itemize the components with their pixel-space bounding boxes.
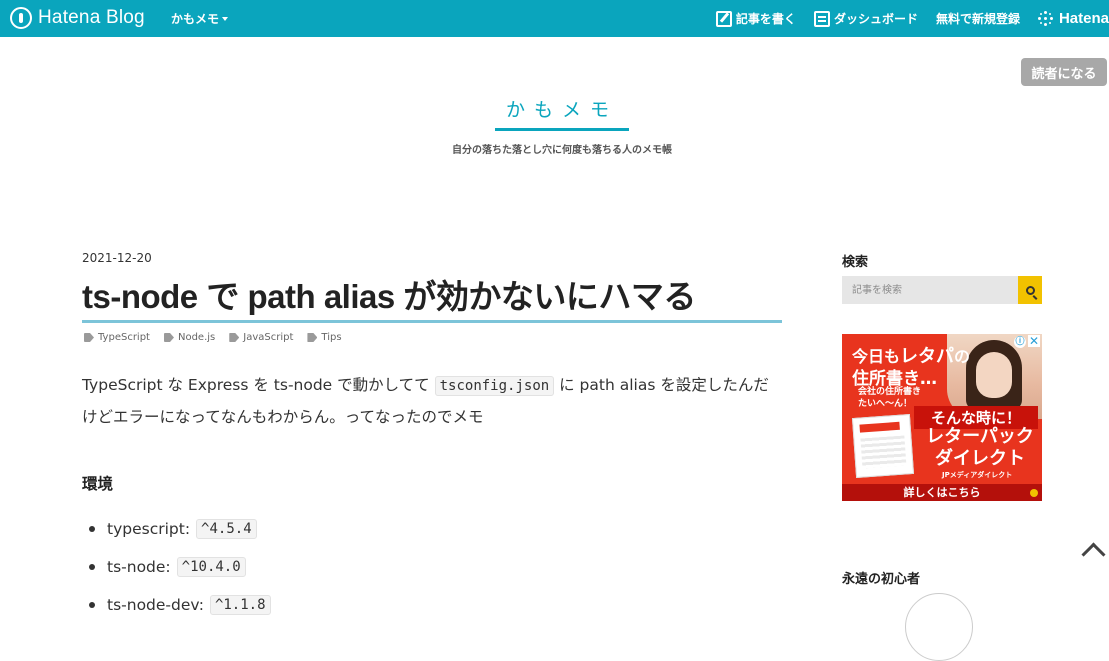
env-version: ^1.1.8 xyxy=(209,595,271,615)
scroll-to-top-icon[interactable] xyxy=(1080,540,1108,560)
tag-icon xyxy=(163,333,174,342)
hatena-dots-icon xyxy=(1037,10,1054,27)
ad-small-2: たいへ〜ん！ xyxy=(858,399,913,409)
ad-big-1: レターパック xyxy=(926,426,1034,447)
ad-small-text: 会社の住所書き たいへ〜ん！ xyxy=(858,386,921,410)
blog-menu-label: かもメモ xyxy=(171,12,220,26)
ad-line1-c: の xyxy=(954,347,971,366)
ad-sponsor: JPメディアダイレクト xyxy=(942,471,1013,479)
blog-description: 自分の落ちた落とし穴に何度も落ちる人のメモ帳 xyxy=(452,145,672,156)
tag-tips[interactable]: Tips xyxy=(307,332,342,343)
article-title-rule xyxy=(82,320,782,323)
ad-big-2: ダイレクト xyxy=(935,448,1025,469)
tag-icon xyxy=(84,333,94,342)
profile-heading: 永遠の初心者 xyxy=(842,572,921,587)
search-form xyxy=(842,276,1042,304)
ad-cta[interactable]: 詳しくはこちら xyxy=(842,484,1042,501)
article-title[interactable]: ts-node で path alias が効かないにハマる xyxy=(82,270,782,318)
search-button[interactable] xyxy=(1018,276,1042,304)
article-lead-paragraph: TypeScript な Express を ts-node で動かしてて ts… xyxy=(82,370,782,433)
ad-letterpack-image xyxy=(851,414,915,478)
tag-label: JavaScript xyxy=(243,332,294,343)
avatar[interactable] xyxy=(905,593,973,661)
search-heading: 検索 xyxy=(842,255,869,270)
list-item: typescript: ^4.5.4 xyxy=(89,510,271,548)
hatena-topbar: Hatena Blog かもメモ 記事を書く ダッシュボード 無料で新規登録 H… xyxy=(0,0,1109,37)
signup-label: 無料で新規登録 xyxy=(935,12,1020,26)
hatena-blog-logo[interactable]: Hatena Blog xyxy=(10,7,145,29)
ad-banner[interactable]: 今日もレタパの 住所書き… 会社の住所書き たいへ〜ん！ そんな時に！ レターパッ… xyxy=(842,334,1042,501)
search-input[interactable] xyxy=(842,276,1018,304)
environment-list: typescript: ^4.5.4 ts-node: ^10.4.0 ts-n… xyxy=(89,510,271,624)
environment-heading: 環境 xyxy=(82,475,114,493)
signup-link[interactable]: 無料で新規登録 xyxy=(936,10,1020,27)
list-item: ts-node-dev: ^1.1.8 xyxy=(89,586,271,624)
tag-label: Node.js xyxy=(177,332,216,343)
write-article-label: 記事を書く xyxy=(735,12,796,26)
env-name: ts-node: xyxy=(107,558,171,576)
ad-small-1: 会社の住所書き xyxy=(858,387,922,397)
dashboard-icon xyxy=(813,10,830,27)
ad-cta-dot-icon xyxy=(1030,489,1038,497)
tag-typescript[interactable]: TypeScript xyxy=(84,332,150,343)
tag-icon xyxy=(229,333,240,342)
hatena-label: Hatena xyxy=(1058,10,1109,27)
edit-icon xyxy=(715,10,732,27)
write-article-link[interactable]: 記事を書く xyxy=(715,10,796,27)
article-tags: TypeScript Node.js JavaScript Tips xyxy=(84,332,342,343)
dashboard-label: ダッシュボード xyxy=(833,12,918,26)
ad-product-name: レターパック ダイレクト xyxy=(920,426,1040,470)
env-version: ^4.5.4 xyxy=(196,519,257,539)
search-icon xyxy=(1025,285,1035,295)
topbar-actions: 記事を書く ダッシュボード 無料で新規登録 Hatena xyxy=(715,0,1109,37)
ad-info-icon[interactable]: ⓘ xyxy=(1014,336,1026,348)
blog-title[interactable]: かもメモ xyxy=(0,95,1109,122)
tag-javascript[interactable]: JavaScript xyxy=(229,332,293,343)
chevron-down-icon xyxy=(222,17,229,21)
inline-code-tsconfig: tsconfig.json xyxy=(434,376,555,396)
env-version: ^10.4.0 xyxy=(176,557,246,577)
env-name: ts-node-dev: xyxy=(107,596,204,614)
tag-nodejs[interactable]: Node.js xyxy=(163,332,216,343)
blog-menu-dropdown[interactable]: かもメモ xyxy=(171,10,229,27)
hatena-blog-logo-icon xyxy=(10,7,32,29)
blog-title-underline xyxy=(495,128,629,131)
ad-photo-face xyxy=(976,352,1012,398)
env-name: typescript: xyxy=(107,520,191,538)
article-date[interactable]: 2021-12-20 xyxy=(82,251,152,265)
ad-close-icon[interactable]: ✕ xyxy=(1028,335,1040,347)
tag-label: TypeScript xyxy=(98,332,150,343)
tag-label: Tips xyxy=(321,332,342,343)
hatena-menu[interactable]: Hatena xyxy=(1037,10,1109,27)
dashboard-link[interactable]: ダッシュボード xyxy=(813,10,918,27)
logo-text: Hatena Blog xyxy=(38,7,145,28)
subscribe-button[interactable]: 読者になる xyxy=(1021,58,1107,86)
list-item: ts-node: ^10.4.0 xyxy=(89,548,271,586)
tag-icon xyxy=(307,333,318,342)
lead-text-part1: TypeScript な Express を ts-node で動かしてて xyxy=(82,376,435,394)
